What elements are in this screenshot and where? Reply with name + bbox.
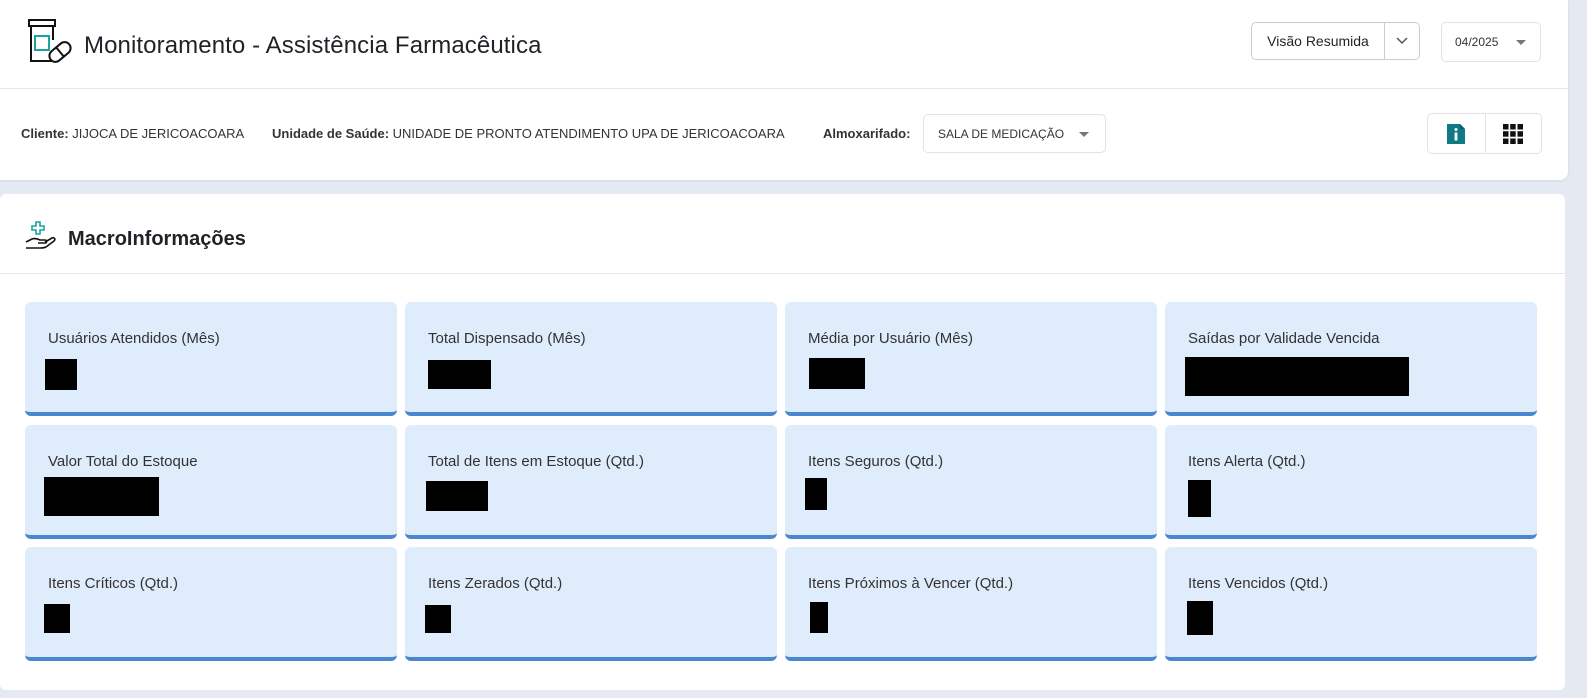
stat-card-critical-items: Itens Críticos (Qtd.)	[25, 547, 397, 661]
stat-card-label: Usuários Atendidos (Mês)	[48, 330, 220, 347]
hand-medical-cross-icon	[25, 221, 56, 249]
stat-card-label: Total Dispensado (Mês)	[428, 330, 586, 347]
triangle-down-icon	[1079, 132, 1089, 137]
chevron-down-icon	[1396, 37, 1408, 45]
view-mode-dropdown[interactable]: Visão Resumida	[1251, 22, 1420, 60]
stat-card-label: Itens Seguros (Qtd.)	[808, 453, 944, 470]
macro-info-title: MacroInformações	[68, 228, 246, 250]
warehouse-value: SALA DE MEDICAÇÃO	[938, 126, 1065, 141]
stat-card-stock-value: Valor Total do Estoque	[25, 425, 397, 539]
stat-card-value-redacted	[1188, 480, 1211, 517]
stat-card-safe-items: Itens Seguros (Qtd.)	[785, 425, 1157, 539]
client-label: Cliente:	[21, 126, 69, 141]
stat-card-value-redacted	[1187, 601, 1213, 635]
page-header: Monitoramento - Assistência Farmacêutica…	[0, 0, 1568, 180]
grid-view-button[interactable]	[1484, 114, 1542, 153]
warehouse-label-wrap: Almoxarifado:	[823, 126, 910, 141]
stat-card-expired-items: Itens Vencidos (Qtd.)	[1165, 547, 1537, 661]
stat-card-label: Total de Itens em Estoque (Qtd.)	[428, 453, 644, 470]
macro-info-panel: MacroInformações Usuários Atendidos (Mês…	[0, 194, 1565, 690]
stat-card-near-expiry-items: Itens Próximos à Vencer (Qtd.)	[785, 547, 1157, 661]
client-info: Cliente: JIJOCA DE JERICOACOARA	[21, 126, 244, 141]
macro-info-header: MacroInformações	[0, 194, 1565, 274]
stat-card-average-per-user: Média por Usuário (Mês)	[785, 302, 1157, 416]
medicine-bottle-icon	[28, 19, 72, 63]
stat-card-zeroed-items: Itens Zerados (Qtd.)	[405, 547, 777, 661]
stat-card-users-served: Usuários Atendidos (Mês)	[25, 302, 397, 416]
stat-card-value-redacted	[425, 605, 451, 633]
view-mode-button[interactable]: Visão Resumida	[1252, 23, 1385, 59]
stat-card-value-redacted	[44, 477, 159, 516]
stat-card-label: Itens Próximos à Vencer (Qtd.)	[808, 575, 1014, 592]
triangle-down-icon	[1516, 40, 1526, 45]
stat-card-label: Itens Zerados (Qtd.)	[428, 575, 563, 592]
grid-apps-icon	[1503, 123, 1524, 144]
health-unit-label: Unidade de Saúde:	[272, 126, 390, 141]
stat-card-stock-items: Total de Itens em Estoque (Qtd.)	[405, 425, 777, 539]
page-title: Monitoramento - Assistência Farmacêutica	[84, 32, 542, 59]
stat-card-expired-exits: Saídas por Validade Vencida	[1165, 302, 1537, 416]
info-button[interactable]	[1428, 114, 1485, 153]
warehouse-label: Almoxarifado:	[823, 126, 911, 141]
period-value: 04/2025	[1455, 35, 1499, 49]
stat-card-label: Itens Vencidos (Qtd.)	[1188, 575, 1329, 592]
stat-card-label: Itens Alerta (Qtd.)	[1188, 453, 1306, 470]
client-value: JIJOCA DE JERICOACOARA	[72, 126, 245, 141]
title-bar: Monitoramento - Assistência Farmacêutica…	[0, 0, 1568, 89]
filter-bar: Cliente: JIJOCA DE JERICOACOARA Unidade …	[0, 89, 1568, 179]
stat-card-label: Itens Críticos (Qtd.)	[48, 575, 179, 592]
stat-card-value-redacted	[810, 602, 828, 633]
health-unit-value: UNIDADE DE PRONTO ATENDIMENTO UPA DE JER…	[392, 126, 785, 141]
stat-card-value-redacted	[805, 478, 827, 510]
stat-card-value-redacted	[1185, 357, 1409, 396]
stat-card-value-redacted	[809, 358, 865, 389]
info-document-icon	[1447, 123, 1466, 144]
health-unit-info: Unidade de Saúde: UNIDADE DE PRONTO ATEN…	[272, 126, 785, 141]
stat-card-label: Saídas por Validade Vencida	[1188, 330, 1380, 347]
stat-card-value-redacted	[44, 604, 70, 633]
stat-card-label: Média por Usuário (Mês)	[808, 330, 974, 347]
stat-card-label: Valor Total do Estoque	[48, 453, 198, 470]
stat-card-value-redacted	[428, 360, 491, 389]
warehouse-select[interactable]: SALA DE MEDICAÇÃO	[923, 114, 1106, 153]
period-select[interactable]: 04/2025	[1441, 22, 1541, 62]
view-mode-toggle[interactable]	[1385, 23, 1419, 59]
stat-card-value-redacted	[45, 359, 77, 390]
stat-card-total-dispensed: Total Dispensado (Mês)	[405, 302, 777, 416]
stat-card-alert-items: Itens Alerta (Qtd.)	[1165, 425, 1537, 539]
stat-card-value-redacted	[426, 481, 488, 511]
action-buttons	[1427, 113, 1542, 154]
